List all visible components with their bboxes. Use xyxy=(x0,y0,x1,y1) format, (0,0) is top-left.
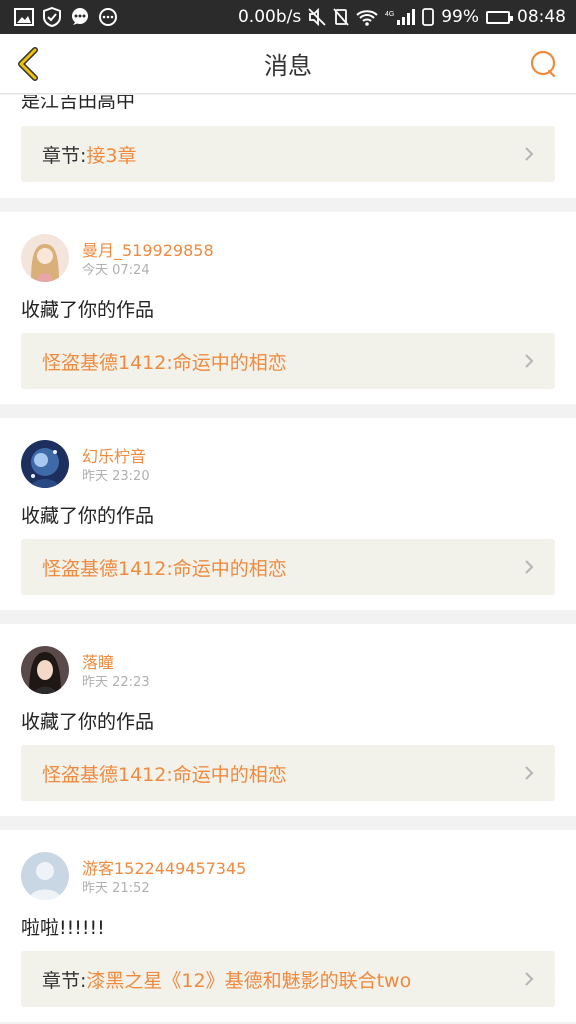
chat-bubble-button[interactable] xyxy=(528,49,558,79)
ref-title: 接3章 xyxy=(86,144,137,167)
timestamp: 昨天 23:20 xyxy=(82,469,150,484)
timestamp: 昨天 22:23 xyxy=(82,675,150,690)
message-list[interactable]: 是江吉田高中 章节: 接3章 曼月_519929858 今天 07:24 收藏了… xyxy=(0,95,576,1024)
status-bar: 0.00b/s 4G 99% 08:48 xyxy=(0,0,576,34)
wifi-icon xyxy=(356,9,378,26)
mute-icon xyxy=(308,8,326,26)
page-title: 消息 xyxy=(264,52,312,80)
user-name[interactable]: 落瞳 xyxy=(82,649,114,673)
vibrate-off-icon xyxy=(333,8,349,26)
chevron-right-icon xyxy=(525,972,534,986)
work-reference[interactable]: 怪盗基德1412:命运中的相恋 xyxy=(21,539,555,595)
ref-title: 怪盗基德1412:命运中的相恋 xyxy=(42,763,287,786)
ref-title: 怪盗基德1412:命运中的相恋 xyxy=(42,351,287,374)
ref-prefix: 章节: xyxy=(42,144,87,167)
message-text: 啦啦!!!!!! xyxy=(21,917,105,939)
battery-icon xyxy=(486,10,513,24)
signal-4g-icon: 4G xyxy=(385,8,416,26)
chat-bubble-icon xyxy=(530,50,556,78)
chevron-right-icon xyxy=(525,560,534,574)
message-card: 幻乐柠音 昨天 23:20 收藏了你的作品 怪盗基德1412:命运中的相恋 xyxy=(0,418,576,610)
shield-icon xyxy=(43,7,61,27)
more-icon xyxy=(99,8,117,26)
network-type-label: 4G xyxy=(385,11,394,18)
ref-prefix: 章节: xyxy=(42,969,87,992)
avatar[interactable] xyxy=(21,852,69,900)
image-icon xyxy=(14,8,34,26)
message-text: 收藏了你的作品 xyxy=(21,505,155,527)
avatar[interactable] xyxy=(21,234,69,282)
phone-outline-icon xyxy=(422,8,435,26)
user-name[interactable]: 游客1522449457345 xyxy=(82,855,246,879)
avatar[interactable] xyxy=(21,646,69,694)
timestamp: 今天 07:24 xyxy=(82,263,150,278)
clock: 08:48 xyxy=(517,7,566,27)
network-speed: 0.00b/s xyxy=(237,7,302,27)
message-text: 收藏了你的作品 xyxy=(21,299,155,321)
avatar[interactable] xyxy=(21,440,69,488)
work-reference[interactable]: 怪盗基德1412:命运中的相恋 xyxy=(21,745,555,801)
timestamp: 昨天 21:52 xyxy=(82,881,150,896)
ref-title: 怪盗基德1412:命运中的相恋 xyxy=(42,557,287,580)
nav-bar: 消息 xyxy=(0,34,576,94)
chat-icon xyxy=(70,7,90,27)
chevron-right-icon xyxy=(525,147,534,161)
back-button[interactable] xyxy=(10,46,46,82)
message-text: 是江吉田高中 xyxy=(21,95,136,112)
message-card: 曼月_519929858 今天 07:24 收藏了你的作品 怪盗基德1412:命… xyxy=(0,212,576,404)
message-card: 是江吉田高中 章节: 接3章 xyxy=(0,95,576,198)
chevron-right-icon xyxy=(525,354,534,368)
work-reference[interactable]: 章节: 接3章 xyxy=(21,126,555,182)
user-name[interactable]: 幻乐柠音 xyxy=(82,443,146,467)
message-card: 游客1522449457345 昨天 21:52 啦啦!!!!!! 章节: 漆黑… xyxy=(0,830,576,1022)
status-icons-right: 0.00b/s 4G 99% 08:48 xyxy=(238,7,566,27)
status-icons-left xyxy=(14,7,117,27)
chevron-right-icon xyxy=(525,766,534,780)
battery-percent: 99% xyxy=(441,7,479,27)
message-card: 落瞳 昨天 22:23 收藏了你的作品 怪盗基德1412:命运中的相恋 xyxy=(0,624,576,816)
ref-title: 漆黑之星《12》基德和魅影的联合two xyxy=(86,969,412,992)
chevron-left-icon xyxy=(18,47,38,81)
user-name[interactable]: 曼月_519929858 xyxy=(82,237,214,261)
work-reference[interactable]: 怪盗基德1412:命运中的相恋 xyxy=(21,333,555,389)
work-reference[interactable]: 章节: 漆黑之星《12》基德和魅影的联合two xyxy=(21,951,555,1007)
message-text: 收藏了你的作品 xyxy=(21,711,155,733)
